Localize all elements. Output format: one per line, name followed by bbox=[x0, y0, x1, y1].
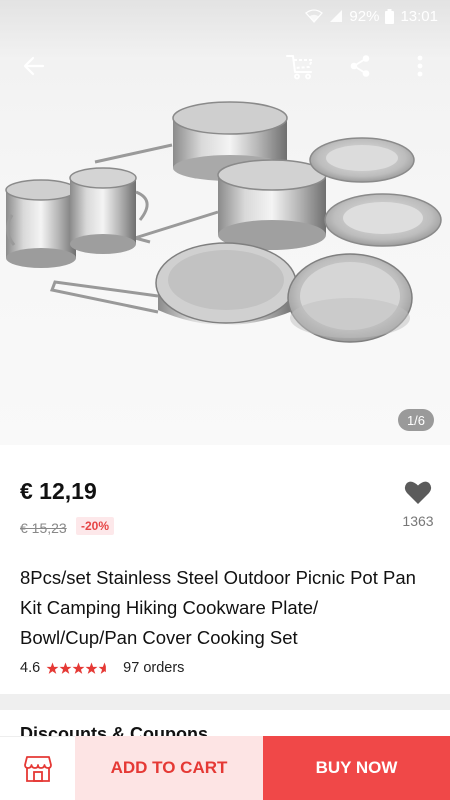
star-icon bbox=[72, 662, 85, 674]
add-to-cart-button[interactable]: ADD TO CART bbox=[75, 736, 263, 800]
wishlist-button[interactable] bbox=[398, 477, 438, 507]
top-bar bbox=[0, 40, 450, 90]
back-button[interactable] bbox=[14, 46, 54, 86]
plate-1 bbox=[309, 137, 415, 183]
wishlist-count: 1363 bbox=[402, 513, 434, 529]
rating-value: 4.6 bbox=[20, 660, 41, 676]
star-half-icon bbox=[98, 662, 107, 674]
medium-pot bbox=[129, 159, 327, 250]
product-image bbox=[5, 101, 442, 343]
share-icon bbox=[350, 55, 370, 77]
plate-2 bbox=[324, 193, 442, 247]
heart-icon bbox=[404, 481, 432, 504]
original-price: € 15,23 bbox=[20, 520, 67, 536]
pan-lid bbox=[287, 253, 413, 343]
store-icon bbox=[23, 755, 52, 782]
discount-badge: -20% bbox=[76, 517, 115, 535]
wifi-icon bbox=[305, 9, 324, 23]
rating-row[interactable]: 4.6 97 orders bbox=[20, 660, 184, 676]
cart-button[interactable] bbox=[280, 46, 320, 86]
orders-count: 97 orders bbox=[123, 660, 185, 676]
more-vert-icon bbox=[417, 55, 423, 77]
star-icon bbox=[59, 662, 72, 674]
star-icon bbox=[46, 662, 59, 674]
buy-now-button[interactable]: BUY NOW bbox=[263, 736, 450, 800]
cart-icon bbox=[286, 55, 313, 80]
star-icon bbox=[85, 662, 98, 674]
current-price: € 12,19 bbox=[20, 478, 97, 504]
product-title: 8Pcs/set Stainless Steel Outdoor Picnic … bbox=[20, 567, 416, 648]
product-gallery[interactable]: 92% 13:01 1/6 bbox=[0, 0, 450, 445]
clock: 13:01 bbox=[400, 7, 438, 25]
battery-icon bbox=[385, 8, 395, 24]
rating-stars bbox=[46, 662, 111, 675]
share-button[interactable] bbox=[340, 46, 380, 86]
section-divider bbox=[0, 694, 450, 710]
store-button[interactable] bbox=[0, 736, 75, 800]
gallery-page-indicator: 1/6 bbox=[398, 409, 434, 431]
discounts-section-title[interactable]: Discounts & Coupons bbox=[20, 724, 208, 736]
back-arrow-icon bbox=[23, 56, 45, 76]
signal-icon bbox=[330, 10, 343, 22]
cup-2 bbox=[69, 167, 149, 254]
more-button[interactable] bbox=[400, 46, 440, 86]
frying-pan bbox=[49, 242, 297, 325]
status-bar: 92% 13:01 bbox=[0, 0, 450, 32]
battery-percent: 92% bbox=[349, 7, 380, 25]
bottom-action-bar: ADD TO CART BUY NOW bbox=[0, 736, 450, 800]
cup-1 bbox=[5, 179, 77, 268]
